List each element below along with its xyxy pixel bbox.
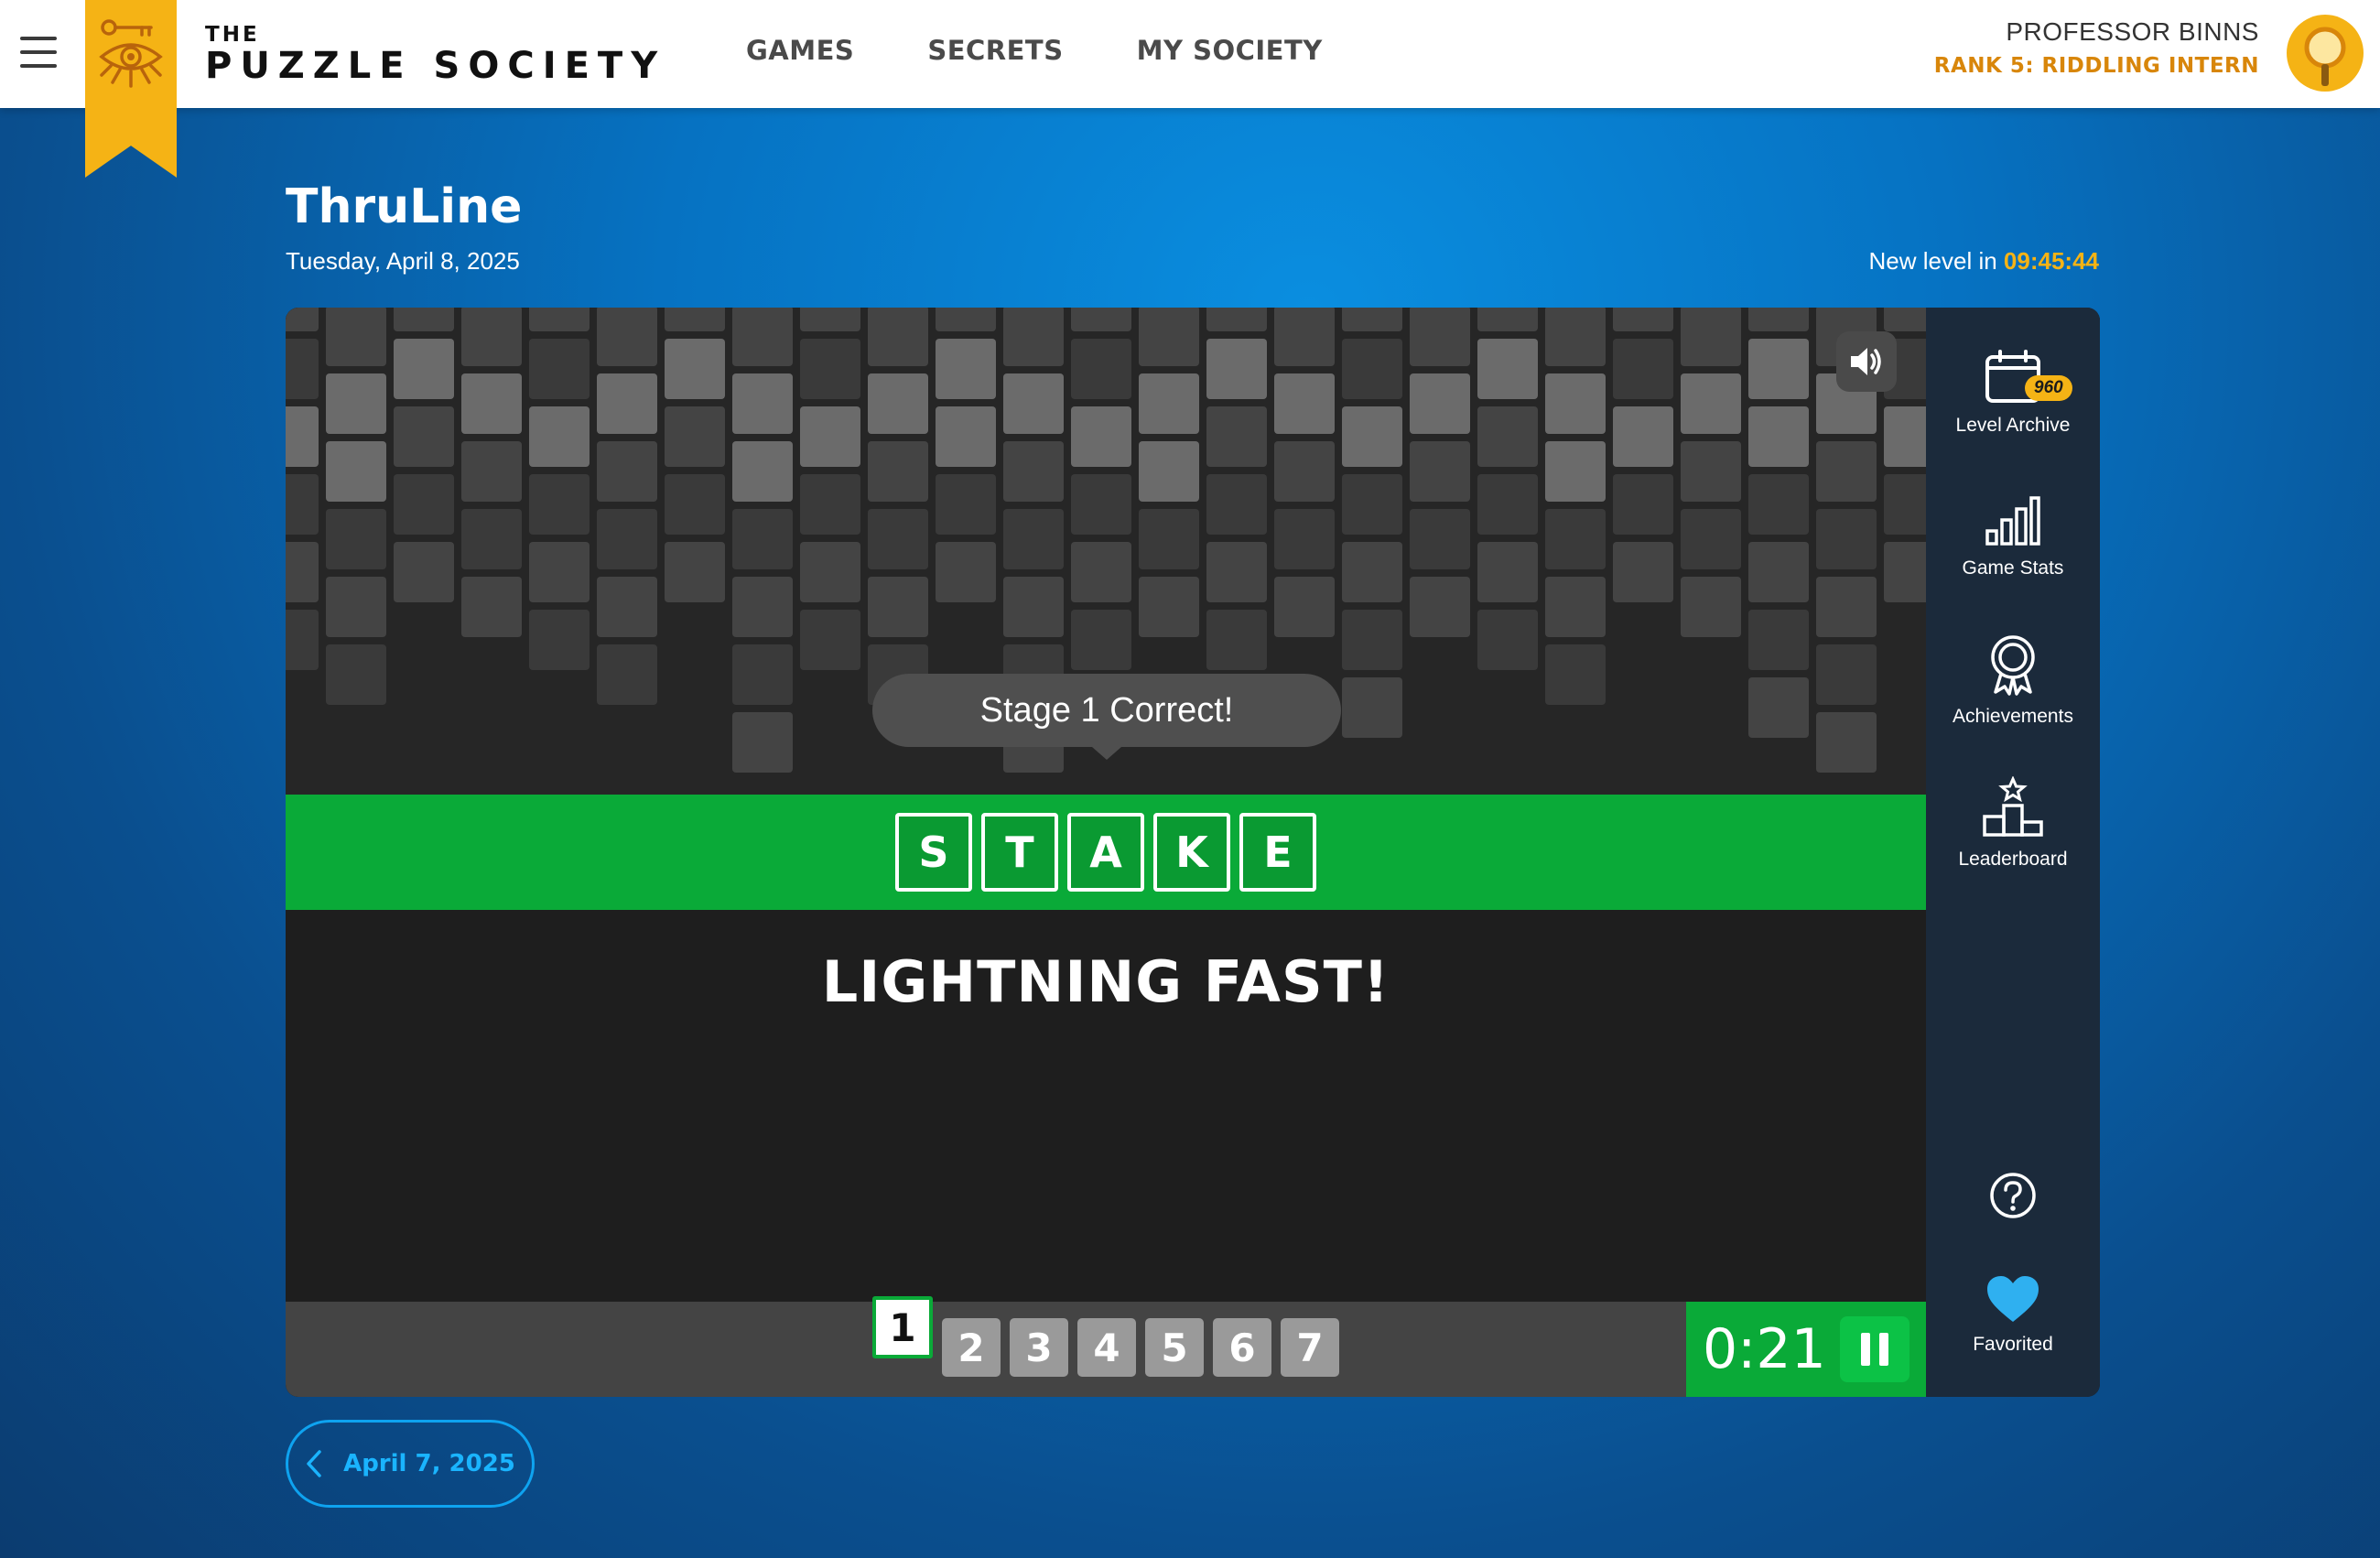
new-level-label: New level in — [1868, 247, 1997, 275]
podium-icon — [1983, 775, 2043, 837]
answer-letter: T — [981, 813, 1058, 892]
top-navigation-bar: THE PUZZLE SOCIETY GAMES SECRETS MY SOCI… — [0, 0, 2380, 108]
pause-button[interactable] — [1840, 1316, 1909, 1382]
main-nav: GAMES SECRETS MY SOCIETY — [746, 35, 1323, 66]
new-level-countdown: New level in 09:45:44 — [1869, 247, 2099, 276]
stage-list: 1 2 3 4 5 6 7 — [872, 1296, 1339, 1397]
side-rail: 960 Level Archive Game Stats Achievement… — [1926, 308, 2100, 1397]
achievements-button[interactable]: Achievements — [1926, 633, 2100, 728]
leaderboard-label: Leaderboard — [1958, 849, 2068, 870]
heart-icon — [1987, 1276, 2039, 1322]
stage-correct-toast: Stage 1 Correct! — [872, 674, 1341, 760]
stage-3[interactable]: 3 — [1010, 1318, 1068, 1377]
answer-letter: A — [1067, 813, 1144, 892]
stage-2[interactable]: 2 — [942, 1318, 1001, 1377]
stage-7[interactable]: 7 — [1281, 1318, 1339, 1377]
bar-chart-icon — [1985, 496, 2040, 546]
game-title: ThruLine — [286, 179, 523, 234]
elapsed-time: 0:21 — [1703, 1317, 1826, 1381]
help-button[interactable] — [1926, 1172, 2100, 1224]
archive-count-badge: 960 — [2025, 375, 2072, 401]
new-level-timer: 09:45:44 — [2003, 247, 2099, 275]
stage-1[interactable]: 1 — [872, 1296, 933, 1358]
answer-letter: S — [895, 813, 972, 892]
game-stats-label: Game Stats — [1962, 557, 2064, 579]
stage-progress-bar: 1 2 3 4 5 6 7 0:21 — [286, 1296, 1926, 1397]
pause-icon — [1861, 1333, 1870, 1366]
brand-the: THE — [205, 23, 260, 47]
previous-date-button[interactable]: April 7, 2025 — [286, 1420, 535, 1508]
eye-key-logo-icon — [99, 19, 163, 88]
chevron-left-icon — [307, 1450, 321, 1477]
award-ribbon-icon — [1991, 635, 2035, 696]
achievements-label: Achievements — [1953, 706, 2073, 727]
level-archive-label: Level Archive — [1955, 415, 2071, 436]
stage-5[interactable]: 5 — [1145, 1318, 1204, 1377]
favorite-button[interactable]: Favorited — [1926, 1274, 2100, 1356]
stage-4[interactable]: 4 — [1077, 1318, 1136, 1377]
previous-date-label: April 7, 2025 — [343, 1450, 515, 1477]
user-info[interactable]: PROFESSOR BINNS RANK 5: RIDDLING INTERN — [1934, 16, 2259, 84]
game-panel: Stage 1 Correct! S T A K E LIGHTNING FAS… — [286, 308, 2100, 1397]
brand-wordmark[interactable]: THE PUZZLE SOCIETY — [205, 24, 665, 86]
nav-my-society[interactable]: MY SOCIETY — [1137, 35, 1323, 66]
answer-letter: E — [1239, 813, 1316, 892]
user-rank: RANK 5: RIDDLING INTERN — [1933, 54, 2259, 78]
brand-name: PUZZLE SOCIETY — [205, 45, 666, 87]
logo-ribbon[interactable] — [85, 0, 177, 178]
game-timer: 0:21 — [1686, 1302, 1926, 1397]
help-question-icon — [1990, 1173, 2036, 1218]
hamburger-menu-icon[interactable] — [20, 37, 57, 68]
favorited-label: Favorited — [1973, 1334, 2053, 1355]
nav-games[interactable]: GAMES — [746, 35, 854, 66]
answer-letter: K — [1153, 813, 1230, 892]
speaker-icon — [1851, 348, 1881, 375]
game-stats-button[interactable]: Game Stats — [1926, 494, 2100, 579]
sound-toggle-button[interactable] — [1836, 331, 1897, 392]
game-date: Tuesday, April 8, 2025 — [286, 247, 520, 275]
user-avatar-magnifier-icon[interactable] — [2285, 13, 2365, 93]
stage-6[interactable]: 6 — [1213, 1318, 1271, 1377]
level-archive-button[interactable]: 960 Level Archive — [1926, 348, 2100, 437]
user-name: PROFESSOR BINNS — [2006, 17, 2259, 46]
praise-message: LIGHTNING FAST! — [821, 948, 1390, 1015]
game-board: Stage 1 Correct! S T A K E LIGHTNING FAS… — [286, 308, 1926, 1397]
nav-secrets[interactable]: SECRETS — [927, 35, 1063, 66]
answer-word-bar: S T A K E — [286, 795, 1926, 910]
leaderboard-button[interactable]: Leaderboard — [1926, 775, 2100, 871]
